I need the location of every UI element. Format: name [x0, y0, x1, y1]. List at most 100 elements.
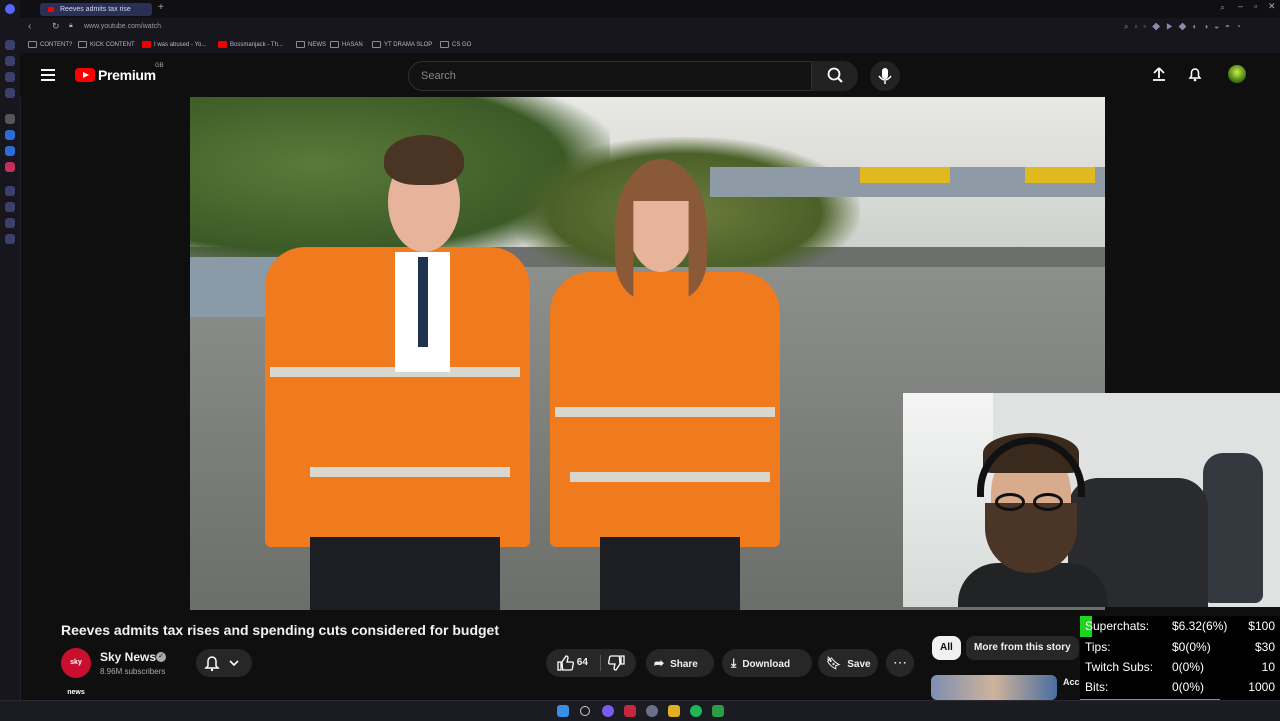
video-frame-toll-sign: [1025, 167, 1095, 183]
messenger-icon[interactable]: [5, 130, 15, 140]
channel-name[interactable]: Sky News: [100, 650, 156, 664]
youtube-play-icon: [75, 68, 95, 82]
reload-icon[interactable]: ↻: [52, 21, 60, 32]
logo-text: Premium: [98, 67, 156, 83]
webcam-coat: [1203, 453, 1263, 603]
sidebar-app-icon[interactable]: [5, 114, 15, 124]
hi-vis-stripe: [310, 467, 510, 477]
sidebar-app-icon[interactable]: [5, 202, 15, 212]
region-label: GB: [155, 63, 164, 69]
extension-icons[interactable]: ⌕▫▫◆▶◆◐◑◒◓◔: [1124, 22, 1247, 32]
subscription-bell-button[interactable]: [196, 649, 252, 677]
goal-value: 0(0%): [1172, 660, 1205, 674]
bookmark-folder[interactable]: HASAN: [330, 41, 363, 48]
microphone-icon: [878, 68, 892, 84]
bookmark-link[interactable]: Bossmanjack - Th...: [218, 41, 283, 48]
sidebar-app-icon[interactable]: [5, 88, 15, 98]
bookmarks-bar: CONTENT? KICK CONTENT I was abused - Yo.…: [20, 38, 1280, 54]
minimize-icon[interactable]: –: [1238, 1, 1243, 11]
sidebar-app-icon[interactable]: [5, 146, 15, 156]
more-actions-button[interactable]: ⋯: [886, 649, 914, 677]
search-input[interactable]: Search: [408, 61, 812, 91]
recommended-video-title[interactable]: Acc: [1063, 677, 1080, 687]
spotify-icon[interactable]: [690, 705, 702, 717]
download-label: Download: [742, 659, 791, 670]
like-count: 64: [576, 657, 588, 668]
opera-gx-icon[interactable]: [624, 705, 636, 717]
windows-start-icon[interactable]: [557, 705, 569, 717]
goal-label: Tips:: [1085, 640, 1111, 654]
like-button[interactable]: 64: [556, 649, 588, 677]
trousers: [600, 537, 740, 610]
bookmark-folder[interactable]: CS GO: [440, 41, 471, 48]
save-button[interactable]: 🔖︎ Save: [818, 649, 878, 677]
download-button[interactable]: ⤓ Download: [722, 649, 812, 677]
divider: [600, 655, 601, 671]
channel-avatar[interactable]: sky news: [61, 648, 91, 696]
menu-icon[interactable]: [41, 69, 55, 81]
goal-value: 0(0%): [1172, 680, 1205, 694]
new-tab-icon[interactable]: +: [158, 2, 164, 13]
file-explorer-icon[interactable]: [668, 705, 680, 717]
search-tabs-icon[interactable]: ⌕: [1220, 2, 1225, 13]
discord-icon[interactable]: [602, 705, 614, 717]
dislike-button[interactable]: [608, 649, 626, 677]
recommended-video-thumbnail[interactable]: [931, 675, 1057, 700]
goal-value: $0(0%): [1172, 640, 1211, 654]
verified-icon: ✓: [156, 652, 166, 662]
chip-more-from-story[interactable]: More from this story: [966, 636, 1079, 660]
address-bar: ‹ ↻ 🔒︎ www.youtube.com/watch ⌕▫▫◆▶◆◐◑◒◓◔: [20, 18, 1280, 38]
sidebar-app-icon[interactable]: [5, 218, 15, 228]
sidebar-app-icon[interactable]: [5, 40, 15, 50]
glasses: [995, 493, 1069, 511]
subscriber-count: 8.96M subscribers: [100, 667, 166, 676]
back-icon[interactable]: ‹: [28, 21, 31, 32]
sidebar-app-icon[interactable]: [5, 234, 15, 244]
share-icon: ➦: [654, 656, 665, 670]
opera-logo-icon[interactable]: [5, 4, 15, 14]
close-icon[interactable]: ✕: [1268, 1, 1276, 12]
url-field[interactable]: www.youtube.com/watch: [84, 23, 161, 30]
share-label: Share: [670, 659, 698, 670]
video-person-hair: [384, 135, 464, 185]
notifications-button[interactable]: [1186, 65, 1204, 83]
chip-all[interactable]: All: [932, 636, 961, 660]
hi-vis-stripe: [570, 472, 770, 482]
tab-title: Reeves admits tax rise: [60, 6, 131, 13]
bookmark-folder[interactable]: KICK CONTENT: [78, 41, 135, 48]
goal-label: Superchats:: [1085, 619, 1150, 633]
goal-goal: $100: [1248, 619, 1275, 633]
lock-icon: 🔒︎: [69, 22, 73, 29]
sidebar-app-icon[interactable]: [5, 72, 15, 82]
search-button[interactable]: [812, 61, 858, 91]
thumbs-down-icon: [608, 655, 625, 671]
voice-search-button[interactable]: [870, 61, 900, 91]
bookmark-icon: 🔖︎: [826, 656, 842, 670]
windows-taskbar: [0, 700, 1280, 721]
account-avatar[interactable]: [1228, 65, 1246, 83]
goal-label: Twitch Subs:: [1085, 660, 1154, 674]
stream-goal-row: Superchats: $6.32(6%) $100: [1080, 616, 1280, 637]
search-icon[interactable]: [580, 706, 590, 716]
browser-tab-active[interactable]: Reeves admits tax rise: [40, 3, 152, 16]
instagram-icon[interactable]: [5, 162, 15, 172]
app-icon[interactable]: [646, 705, 658, 717]
search-icon: [827, 67, 843, 83]
stream-goal-row: Bits: 0(0%) 1000: [1080, 677, 1280, 698]
download-icon: ⤓: [731, 656, 737, 670]
maximize-icon[interactable]: ▫: [1254, 1, 1257, 11]
xbox-icon[interactable]: [712, 705, 724, 717]
sidebar-app-icon[interactable]: [5, 56, 15, 66]
bookmark-folder[interactable]: CONTENT?: [28, 41, 72, 48]
like-dislike-group: 64: [546, 649, 636, 677]
stream-goal-row: Twitch Subs: 0(0%) 10: [1080, 657, 1280, 678]
bookmark-folder[interactable]: YT DRAMA SLOP: [372, 41, 432, 48]
upload-button[interactable]: [1150, 65, 1168, 83]
share-button[interactable]: ➦ Share: [646, 649, 714, 677]
sidebar-app-icon[interactable]: [5, 186, 15, 196]
thumbs-up-icon: [557, 655, 574, 671]
bookmark-link[interactable]: I was abused - Yo...: [142, 41, 206, 48]
bookmark-folder[interactable]: NEWS: [296, 41, 326, 48]
tie: [418, 257, 428, 347]
trousers: [310, 537, 500, 610]
